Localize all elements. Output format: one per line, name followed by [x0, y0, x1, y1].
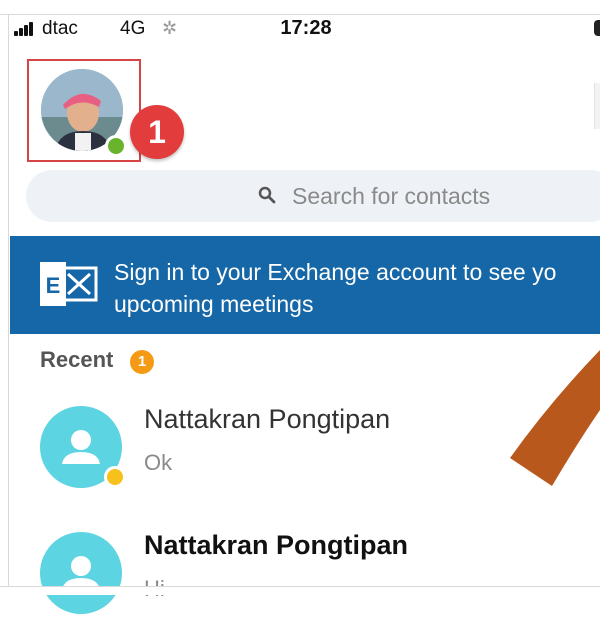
- person-icon: [62, 556, 100, 590]
- search-icon: [258, 186, 276, 204]
- search-bar[interactable]: Search for contacts: [26, 170, 600, 222]
- exchange-signin-banner[interactable]: E Sign in to your Exchange account to se…: [10, 236, 600, 334]
- frame-left: [8, 14, 9, 586]
- exchange-icon-letter: E: [46, 273, 61, 298]
- contact-avatar: [40, 532, 122, 614]
- contact-last-message: Ok: [144, 450, 173, 475]
- contact-list-item[interactable]: Nattakran Pongtipan Hi: [10, 524, 600, 624]
- banner-message: Sign in to your Exchange account to see …: [114, 259, 557, 317]
- frame-top: [0, 0, 600, 15]
- top-right-control[interactable]: [594, 83, 600, 129]
- contact-name: Nattakran Pongtipan: [144, 404, 391, 434]
- recent-section-header: Recent: [40, 347, 114, 372]
- profile-avatar-highlight[interactable]: [27, 59, 141, 162]
- step-number-badge: 1: [130, 105, 184, 159]
- exchange-icon: E: [40, 262, 98, 306]
- status-icon: [594, 20, 600, 36]
- status-bar: dtac 4G ✲ 17:28: [12, 14, 600, 44]
- annotation-arrow: [510, 350, 600, 486]
- presence-indicator: [105, 135, 127, 157]
- status-time: 17:28: [280, 17, 332, 39]
- contact-status-away: [104, 466, 126, 488]
- contact-name: Nattakran Pongtipan: [144, 530, 409, 560]
- search-placeholder: Search for contacts: [292, 183, 491, 209]
- recent-count-badge: 1: [130, 350, 154, 374]
